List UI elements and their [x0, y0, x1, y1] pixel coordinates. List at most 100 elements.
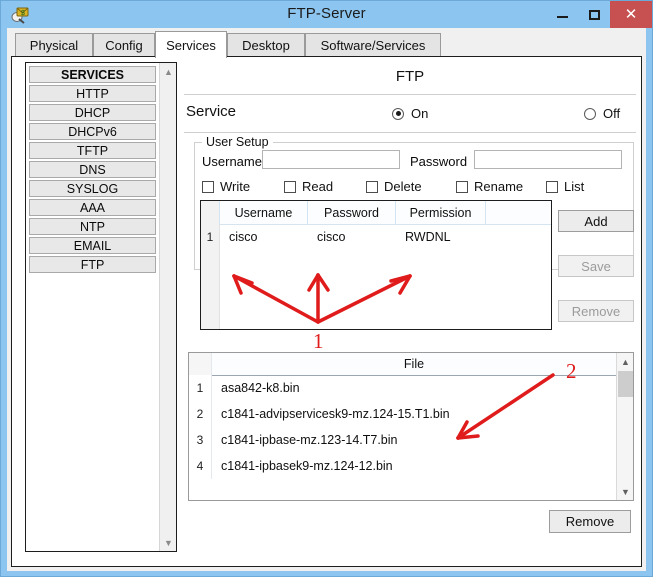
- column-header-blank[interactable]: [486, 201, 551, 224]
- file-list-item[interactable]: 4 c1841-ipbasek9-mz.124-12.bin: [189, 453, 616, 479]
- file-name: c1841-ipbasek9-mz.124-12.bin: [221, 459, 393, 473]
- sidebar-item-email[interactable]: EMAIL: [29, 237, 156, 254]
- column-header-permission[interactable]: Permission: [396, 201, 486, 224]
- cell-password: cisco: [317, 230, 346, 244]
- file-list-item[interactable]: 1 asa842-k8.bin: [189, 375, 616, 401]
- divider-top: [184, 94, 636, 95]
- minimize-icon: [556, 16, 568, 18]
- permission-read-label: Read: [302, 179, 334, 194]
- table-header-row: Username Password Permission: [201, 201, 551, 225]
- file-scroll-down-icon[interactable]: ▼: [617, 483, 634, 500]
- file-list-body: 1 asa842-k8.bin 2 c1841-advipservicesk9-mz.…: [189, 375, 616, 500]
- sidebar-scroll-up-icon[interactable]: ▲: [160, 63, 177, 80]
- sidebar-item-dhcpv6[interactable]: DHCPv6: [29, 123, 156, 140]
- permission-delete-label: Delete: [384, 179, 422, 194]
- services-list: SERVICES HTTP DHCP DHCPv6 TFTP DNS SYSLOG AAA NT…: [26, 63, 159, 551]
- file-list: File 1 asa842-k8.bin 2 c1841-advipservicesk…: [188, 352, 634, 501]
- tab-desktop[interactable]: Desktop: [227, 33, 305, 57]
- application-window: $ FTP-Server ✕ Physical Config Services Des…: [0, 0, 653, 577]
- maximize-button[interactable]: [578, 1, 610, 28]
- remove-file-button[interactable]: Remove: [549, 510, 631, 533]
- service-on-label: On: [411, 106, 429, 121]
- column-header-file[interactable]: File: [212, 353, 616, 375]
- sidebar-item-ftp[interactable]: FTP: [29, 256, 156, 273]
- sidebar-scroll-down-icon[interactable]: ▼: [160, 534, 177, 551]
- user-accounts-table: Username Password Permission 1 cisco cis…: [200, 200, 552, 330]
- ftp-settings-pane: FTP Service On Off User Setup Username P…: [184, 62, 636, 557]
- add-user-button[interactable]: Add: [558, 210, 634, 232]
- radio-off-icon: [584, 107, 596, 120]
- client-area: Physical Config Services Desktop Software/Se…: [7, 28, 646, 571]
- file-name: c1841-ipbase-mz.123-14.T7.bin: [221, 433, 398, 447]
- tab-physical[interactable]: Physical: [15, 33, 93, 57]
- checkbox-icon: [366, 180, 378, 193]
- tab-bar: Physical Config Services Desktop Software/Se…: [7, 31, 646, 58]
- sidebar-item-aaa[interactable]: AAA: [29, 199, 156, 216]
- file-row-number: 1: [189, 375, 212, 401]
- service-on-radio[interactable]: On: [392, 106, 428, 121]
- sidebar-item-ntp[interactable]: NTP: [29, 218, 156, 235]
- services-sidebar: SERVICES HTTP DHCP DHCPv6 TFTP DNS SYSLOG AAA NT…: [25, 62, 177, 552]
- file-list-item[interactable]: 2 c1841-advipservicesk9-mz.124-15.T1.bin: [189, 401, 616, 427]
- password-input[interactable]: [474, 150, 622, 169]
- minimize-button[interactable]: [546, 1, 578, 28]
- file-row-number: 3: [189, 427, 212, 453]
- password-label: Password: [410, 154, 468, 169]
- file-list-item[interactable]: 3 c1841-ipbase-mz.123-14.T7.bin: [189, 427, 616, 453]
- service-off-radio[interactable]: Off: [584, 106, 620, 121]
- permission-write-checkbox[interactable]: Write: [202, 179, 250, 194]
- tab-services[interactable]: Services: [155, 31, 227, 58]
- cell-username: cisco: [229, 230, 258, 244]
- file-list-header-gutter: [189, 353, 212, 375]
- tab-content-panel: SERVICES HTTP DHCP DHCPv6 TFTP DNS SYSLOG AAA NT…: [11, 56, 642, 567]
- sidebar-item-tftp[interactable]: TFTP: [29, 142, 156, 159]
- row-number: 1: [201, 224, 220, 250]
- checkbox-icon: [456, 180, 468, 193]
- file-scroll-thumb[interactable]: [618, 371, 633, 397]
- close-button[interactable]: ✕: [610, 1, 652, 28]
- permission-rename-label: Rename: [474, 179, 524, 194]
- sidebar-scrollbar[interactable]: ▲ ▼: [159, 63, 176, 551]
- service-off-label: Off: [603, 106, 621, 121]
- file-row-number: 2: [189, 401, 212, 427]
- close-icon: ✕: [624, 6, 638, 23]
- sidebar-item-services: SERVICES: [29, 66, 156, 83]
- table-header-gutter: [201, 201, 220, 224]
- divider-bottom: [184, 132, 636, 133]
- permission-rename-checkbox[interactable]: Rename: [456, 179, 523, 194]
- cell-permission: RWDNL: [405, 230, 451, 244]
- file-row-number: 4: [189, 453, 212, 479]
- file-list-header-row: File: [189, 353, 616, 376]
- username-input[interactable]: [262, 150, 400, 169]
- service-label: Service: [186, 103, 237, 120]
- permission-read-checkbox[interactable]: Read: [284, 179, 333, 194]
- file-list-scrollbar[interactable]: ▲ ▼: [616, 353, 633, 500]
- permission-list-checkbox[interactable]: List: [546, 179, 584, 194]
- maximize-icon: [588, 9, 600, 20]
- radio-on-icon: [392, 107, 404, 120]
- sidebar-item-http[interactable]: HTTP: [29, 85, 156, 102]
- tab-config[interactable]: Config: [93, 33, 155, 57]
- file-name: c1841-advipservicesk9-mz.124-15.T1.bin: [221, 407, 450, 421]
- tab-software-services[interactable]: Software/Services: [305, 33, 441, 57]
- table-gutter-fill: [201, 250, 220, 329]
- title-bar: $ FTP-Server ✕: [1, 1, 652, 28]
- save-user-button[interactable]: Save: [558, 255, 634, 277]
- file-name: asa842-k8.bin: [221, 381, 300, 395]
- permission-list-label: List: [564, 179, 585, 194]
- remove-user-button[interactable]: Remove: [558, 300, 634, 322]
- permission-delete-checkbox[interactable]: Delete: [366, 179, 422, 194]
- permission-write-label: Write: [220, 179, 251, 194]
- sidebar-item-syslog[interactable]: SYSLOG: [29, 180, 156, 197]
- sidebar-item-dns[interactable]: DNS: [29, 161, 156, 178]
- table-row[interactable]: 1 cisco cisco RWDNL: [201, 224, 551, 250]
- column-header-username[interactable]: Username: [220, 201, 308, 224]
- sidebar-item-dhcp[interactable]: DHCP: [29, 104, 156, 121]
- user-setup-legend: User Setup: [202, 135, 273, 149]
- page-title: FTP: [395, 68, 425, 85]
- column-header-password[interactable]: Password: [308, 201, 396, 224]
- username-label: Username: [202, 154, 262, 169]
- file-scroll-up-icon[interactable]: ▲: [617, 353, 634, 370]
- checkbox-icon: [284, 180, 296, 193]
- checkbox-icon: [546, 180, 558, 193]
